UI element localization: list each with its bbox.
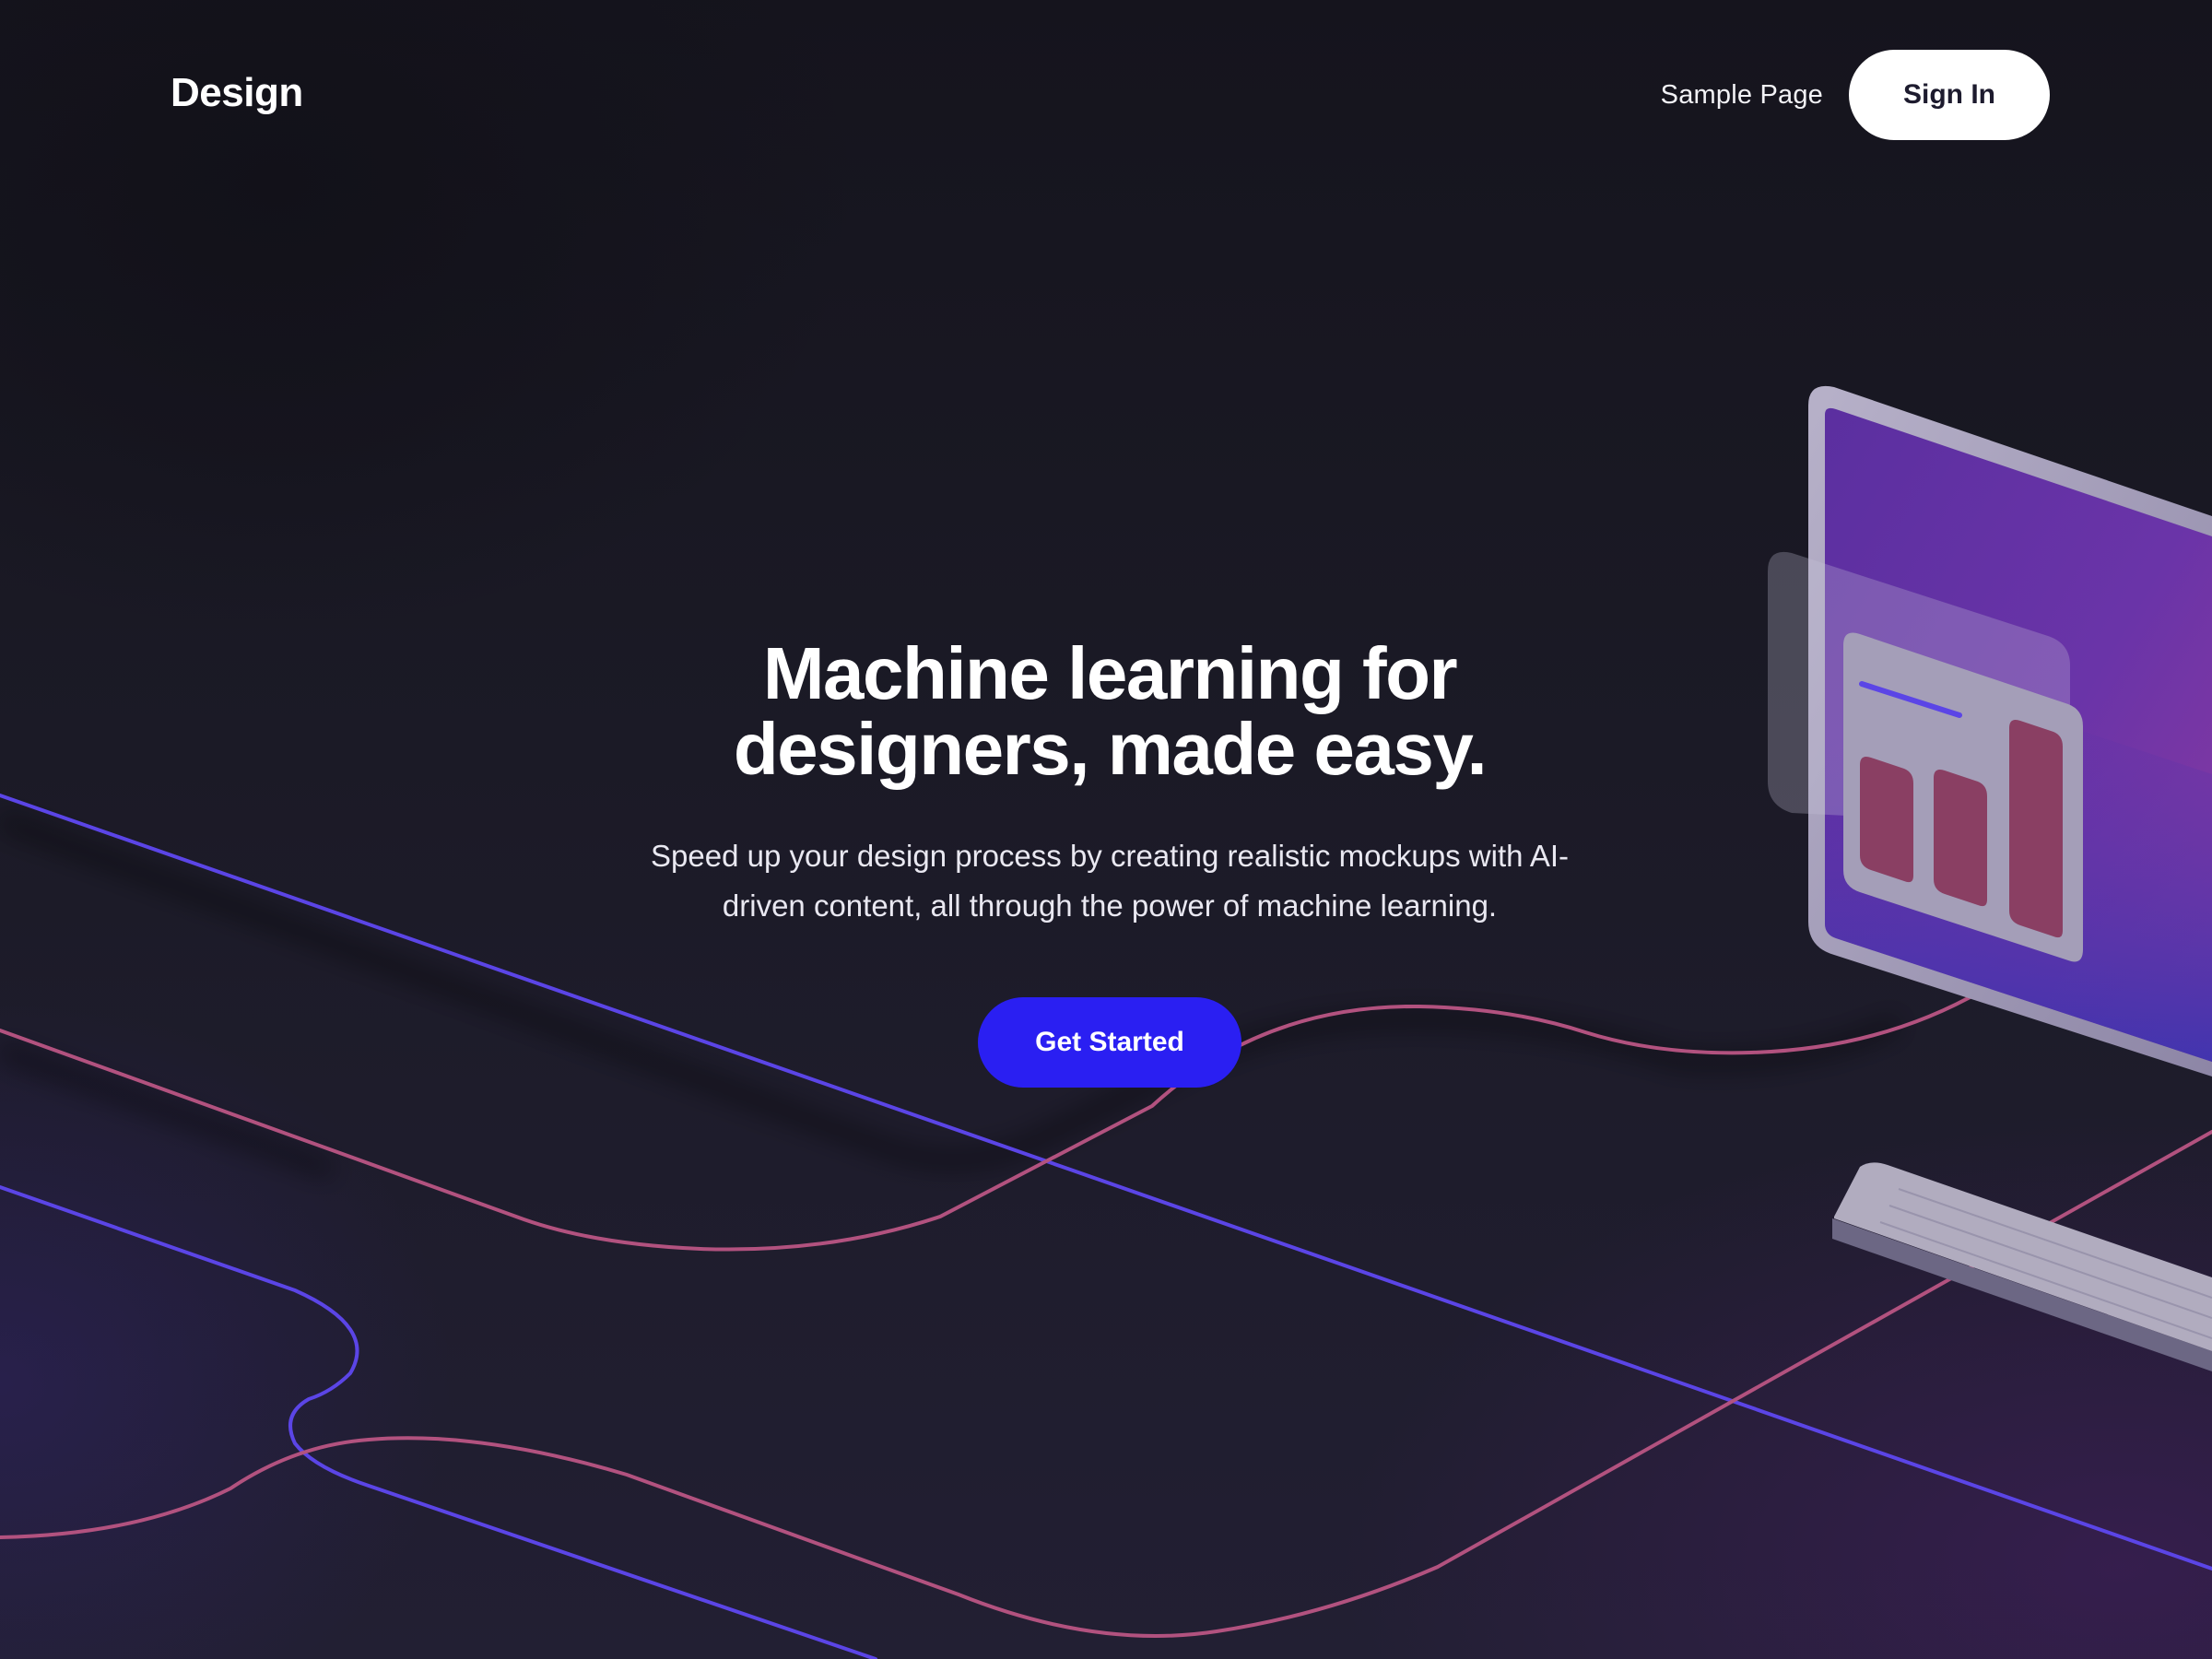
bar-2 — [1934, 770, 1987, 907]
get-started-button[interactable]: Get Started — [978, 997, 1241, 1088]
hero-section: Machine learning for designers, made eas… — [553, 636, 1666, 1088]
brand-logo[interactable]: Design — [171, 70, 303, 116]
hero-title-line-1: Machine learning for — [762, 632, 1458, 714]
cable-blue-lower — [0, 1185, 877, 1659]
hero-title: Machine learning for designers, made eas… — [553, 636, 1666, 787]
bar-1 — [1860, 757, 1913, 883]
nav-link-sample-page[interactable]: Sample Page — [1661, 80, 1823, 111]
page: Design Sample Page Sign In Machine learn… — [0, 0, 2212, 1659]
bar-3 — [2009, 720, 2063, 938]
hero-title-line-2: designers, made easy. — [733, 708, 1488, 790]
sign-in-button[interactable]: Sign In — [1849, 50, 2050, 140]
hero-subtitle: Speed up your design process by creating… — [651, 839, 1569, 923]
monitor-illustration — [1768, 385, 2212, 1077]
top-nav: Sample Page Sign In — [1661, 50, 2050, 140]
keyboard-illustration — [1832, 1162, 2212, 1371]
